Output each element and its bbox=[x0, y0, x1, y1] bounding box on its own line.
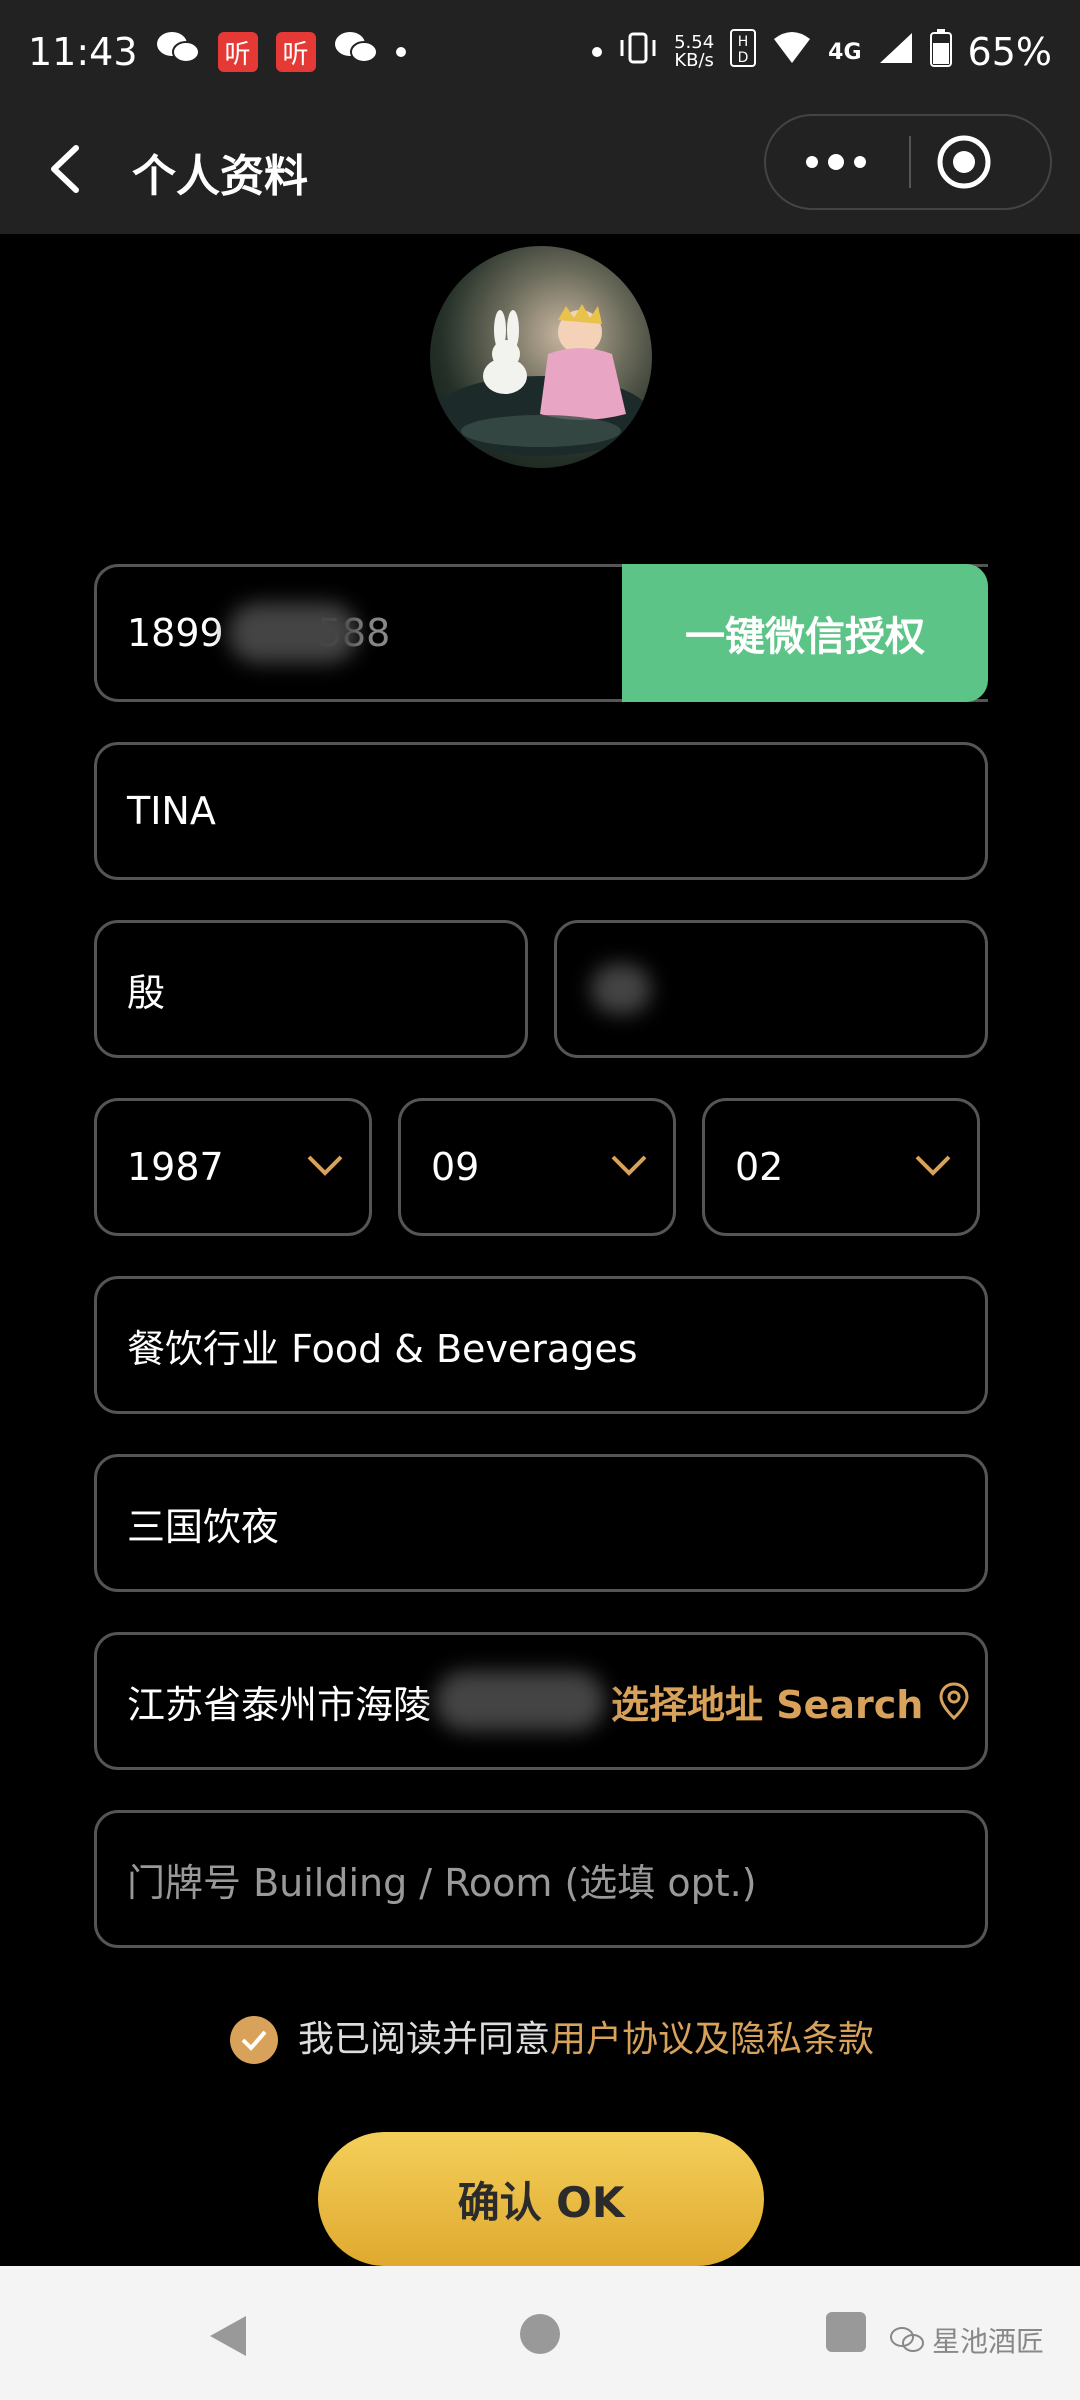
svg-text:H: H bbox=[738, 34, 749, 50]
company-field[interactable]: 三国饮夜 bbox=[94, 1454, 988, 1592]
notification-dot-icon bbox=[395, 47, 406, 57]
wechat-logo-icon bbox=[890, 2327, 924, 2352]
birth-day-select[interactable]: 02 bbox=[702, 1098, 980, 1236]
ting-app-icon: 听 bbox=[217, 32, 258, 72]
battery-percent: 65% bbox=[967, 30, 1052, 74]
company-value: 三国饮夜 bbox=[127, 1504, 280, 1549]
birth-day-value: 02 bbox=[735, 1145, 784, 1189]
agreement-link[interactable]: 用户协议及隐私条款 bbox=[550, 2019, 874, 2060]
watermark: 星池酒匠 bbox=[890, 2320, 1044, 2360]
back-button[interactable] bbox=[40, 134, 100, 204]
net-speed: 5.54 KB/s bbox=[674, 34, 714, 70]
chevron-down-icon bbox=[307, 1155, 343, 1176]
nav-bar: 个人资料 bbox=[0, 104, 1080, 234]
room-field[interactable]: 门牌号 Building / Room (选填 opt.) bbox=[94, 1810, 988, 1948]
hd-icon: HD bbox=[730, 28, 757, 76]
birth-month-select[interactable]: 09 bbox=[398, 1098, 676, 1236]
chevron-down-icon bbox=[915, 1155, 951, 1176]
room-placeholder: 门牌号 Building / Room (选填 opt.) bbox=[127, 1860, 757, 1905]
target-circle-icon bbox=[937, 135, 991, 189]
net-speed-unit: KB/s bbox=[674, 50, 714, 71]
more-dot-icon bbox=[828, 154, 844, 170]
nav-recent-icon[interactable] bbox=[826, 2312, 866, 2352]
status-bar: 11:43 听 听 5.54 KB/s HD 4G 65% bbox=[0, 0, 1080, 104]
page-title: 个人资料 bbox=[132, 151, 308, 202]
confirm-button[interactable]: 确认 OK bbox=[318, 2132, 764, 2266]
nav-home-icon[interactable] bbox=[520, 2314, 560, 2354]
last-name-field[interactable]: 殷 bbox=[94, 920, 528, 1058]
svg-text:D: D bbox=[738, 50, 749, 66]
agreement-text: 我已阅读并同意用户协议及隐私条款 bbox=[298, 2016, 874, 2064]
chevron-down-icon bbox=[611, 1155, 647, 1176]
phone-prefix: 1899 bbox=[127, 611, 224, 655]
wifi-icon bbox=[772, 30, 812, 74]
capsule-divider bbox=[909, 136, 911, 188]
mini-program-capsule bbox=[764, 114, 1052, 210]
check-icon bbox=[241, 2030, 267, 2051]
network-type: 4G bbox=[828, 39, 862, 65]
redacted-mask bbox=[591, 964, 651, 1014]
battery-icon bbox=[929, 28, 952, 76]
agreement-label: 我已阅读并同意 bbox=[298, 2019, 551, 2060]
first-name-value: TINA bbox=[127, 789, 216, 833]
agreement-checkbox[interactable] bbox=[230, 2016, 278, 2064]
wechat-icon-2 bbox=[334, 30, 378, 75]
location-pin-icon[interactable] bbox=[937, 1681, 971, 1721]
industry-select[interactable]: 餐饮行业 Food & Beverages bbox=[94, 1276, 988, 1414]
avatar[interactable] bbox=[430, 246, 652, 468]
birth-month-value: 09 bbox=[431, 1145, 480, 1189]
watermark-text: 星池酒匠 bbox=[932, 2325, 1045, 2358]
address-field[interactable]: 江苏省泰州市海陵 选择地址 Search bbox=[94, 1632, 988, 1770]
more-dot-icon bbox=[806, 156, 818, 168]
vibrate-icon bbox=[618, 30, 658, 75]
wechat-icon bbox=[156, 30, 200, 75]
status-time: 11:43 bbox=[28, 30, 138, 74]
address-value: 江苏省泰州市海陵 bbox=[127, 1682, 432, 1727]
first-name-field[interactable]: TINA bbox=[94, 742, 988, 880]
address-search-link[interactable]: 选择地址 Search bbox=[611, 1674, 923, 1729]
avatar-illustration bbox=[431, 304, 651, 456]
system-nav-bar: 星池酒匠 bbox=[0, 2266, 1080, 2400]
notification-dot-icon-2 bbox=[592, 47, 603, 57]
more-dot-icon bbox=[854, 156, 866, 168]
redacted-mask bbox=[227, 603, 358, 663]
birth-year-select[interactable]: 1987 bbox=[94, 1098, 372, 1236]
birth-year-value: 1987 bbox=[127, 1145, 224, 1189]
nav-back-icon[interactable] bbox=[206, 2312, 250, 2360]
last-name-value: 殷 bbox=[127, 970, 166, 1015]
gender-field[interactable] bbox=[554, 920, 988, 1058]
wechat-authorize-button[interactable]: 一键微信授权 bbox=[622, 564, 988, 702]
signal-icon bbox=[878, 30, 914, 74]
more-button[interactable] bbox=[766, 116, 906, 208]
redacted-mask bbox=[435, 1671, 606, 1731]
close-mini-program-button[interactable] bbox=[936, 134, 992, 190]
chevron-left-icon bbox=[51, 145, 79, 193]
industry-value: 餐饮行业 Food & Beverages bbox=[127, 1326, 638, 1371]
ting-app-icon-2: 听 bbox=[275, 32, 316, 72]
